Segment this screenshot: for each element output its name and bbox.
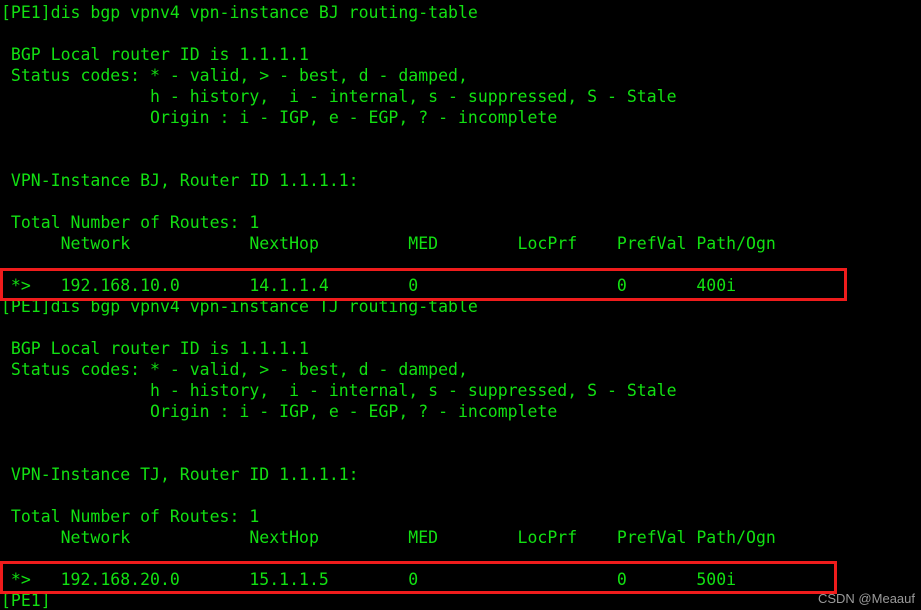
origin-codes-line-bj: Origin : i - IGP, e - EGP, ? - incomplet…	[1, 108, 558, 127]
vpn-instance-line-bj: VPN-Instance BJ, Router ID 1.1.1.1:	[1, 171, 359, 190]
status-codes-cont-bj: h - history, i - internal, s - suppresse…	[1, 87, 677, 106]
terminal-window[interactable]: [PE1]dis bgp vpnv4 vpn-instance BJ routi…	[0, 0, 921, 610]
origin-codes-line-tj: Origin : i - IGP, e - EGP, ? - incomplet…	[1, 402, 558, 421]
status-codes-cont-tj: h - history, i - internal, s - suppresse…	[1, 381, 677, 400]
command-line-bj: [PE1]dis bgp vpnv4 vpn-instance BJ routi…	[1, 3, 478, 22]
route-row-bj: *> 192.168.10.0 14.1.1.4 0 0 400i	[1, 276, 737, 295]
vpn-instance-line-tj: VPN-Instance TJ, Router ID 1.1.1.1:	[1, 465, 359, 484]
table-header-bj: Network NextHop MED LocPrf PrefVal Path/…	[1, 234, 776, 253]
total-routes-line-tj: Total Number of Routes: 1	[1, 507, 260, 526]
status-codes-line-bj: Status codes: * - valid, > - best, d - d…	[1, 66, 468, 85]
terminal-output: [PE1]dis bgp vpnv4 vpn-instance BJ routi…	[0, 0, 921, 610]
status-codes-line-tj: Status codes: * - valid, > - best, d - d…	[1, 360, 468, 379]
table-header-tj: Network NextHop MED LocPrf PrefVal Path/…	[1, 528, 776, 547]
bgp-router-id-line-tj: BGP Local router ID is 1.1.1.1	[1, 339, 309, 358]
watermark-label: CSDN @Meaauf	[817, 591, 915, 606]
bgp-router-id-line-bj: BGP Local router ID is 1.1.1.1	[1, 45, 309, 64]
final-prompt-line: [PE1]	[1, 591, 51, 610]
total-routes-line-bj: Total Number of Routes: 1	[1, 213, 260, 232]
command-line-tj: [PE1]dis bgp vpnv4 vpn-instance TJ routi…	[1, 297, 478, 316]
route-row-tj: *> 192.168.20.0 15.1.1.5 0 0 500i	[1, 570, 737, 589]
